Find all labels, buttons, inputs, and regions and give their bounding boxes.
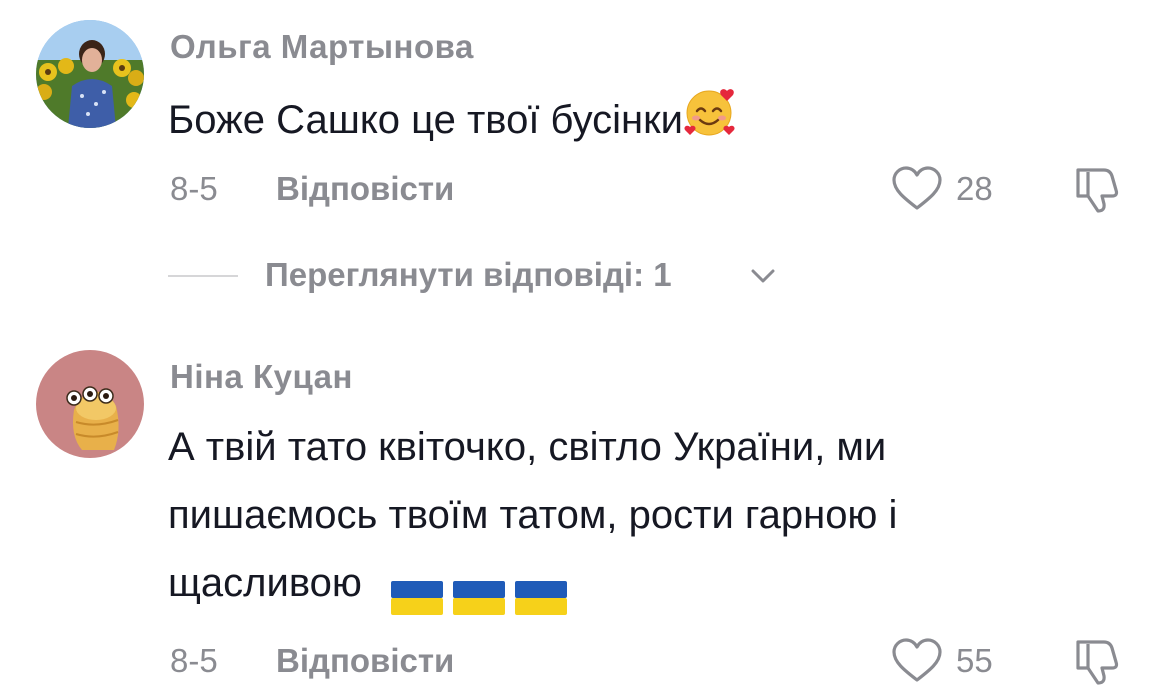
comment-username[interactable]: Ніна Куцан — [170, 358, 353, 396]
heart-icon[interactable] — [890, 638, 946, 686]
avatar-illustration — [36, 350, 144, 458]
comment-meta: 8-5 Відповісти 28 — [170, 164, 1130, 214]
comment-text-line: пишаємось твоїм татом, рости гарною і — [168, 493, 898, 537]
reply-button[interactable]: Відповісти — [276, 164, 454, 214]
heart-icon[interactable] — [890, 166, 946, 214]
comment-text: Боже Сашко це твої бусінки — [168, 85, 737, 160]
reply-button[interactable]: Відповісти — [276, 636, 454, 686]
comment-text-line-last: щасливою — [168, 549, 897, 617]
comment-text-line: А твій тато квіточко, світло України, ми — [168, 425, 887, 469]
ukraine-flag-icon — [391, 568, 444, 616]
smiling-face-with-hearts-icon — [683, 85, 737, 160]
comment-item: Ніна Куцан А твій тато квіточко, світло … — [0, 340, 1170, 698]
like-count: 28 — [956, 170, 993, 207]
comment-date: 8-5 — [170, 642, 218, 679]
comment-username[interactable]: Ольга Мартынова — [170, 28, 474, 66]
view-replies-label: Переглянути відповіді: 1 — [265, 256, 672, 293]
comment-item: Ольга Мартынова Боже Сашко це твої бусін… — [0, 0, 1170, 320]
view-replies-button[interactable]: Переглянути відповіді: 1 — [168, 250, 808, 300]
like-count: 55 — [956, 642, 993, 679]
comment-text: А твій тато квіточко, світло України, ми… — [168, 413, 897, 617]
ukraine-flag-icon — [453, 568, 506, 616]
avatar[interactable] — [36, 20, 144, 128]
chevron-down-icon — [750, 266, 776, 286]
thumbs-down-icon[interactable] — [1070, 636, 1124, 686]
comment-meta: 8-5 Відповісти 55 — [170, 636, 1130, 686]
divider — [168, 275, 238, 277]
comment-date: 8-5 — [170, 170, 218, 207]
thumbs-down-icon[interactable] — [1070, 164, 1124, 214]
comment-text-line: щасливою — [168, 561, 362, 605]
comment-text-body: Боже Сашко це твої бусінки — [168, 98, 683, 143]
avatar-photo — [36, 20, 144, 128]
avatar[interactable] — [36, 350, 144, 458]
ukraine-flag-icon — [515, 568, 568, 616]
